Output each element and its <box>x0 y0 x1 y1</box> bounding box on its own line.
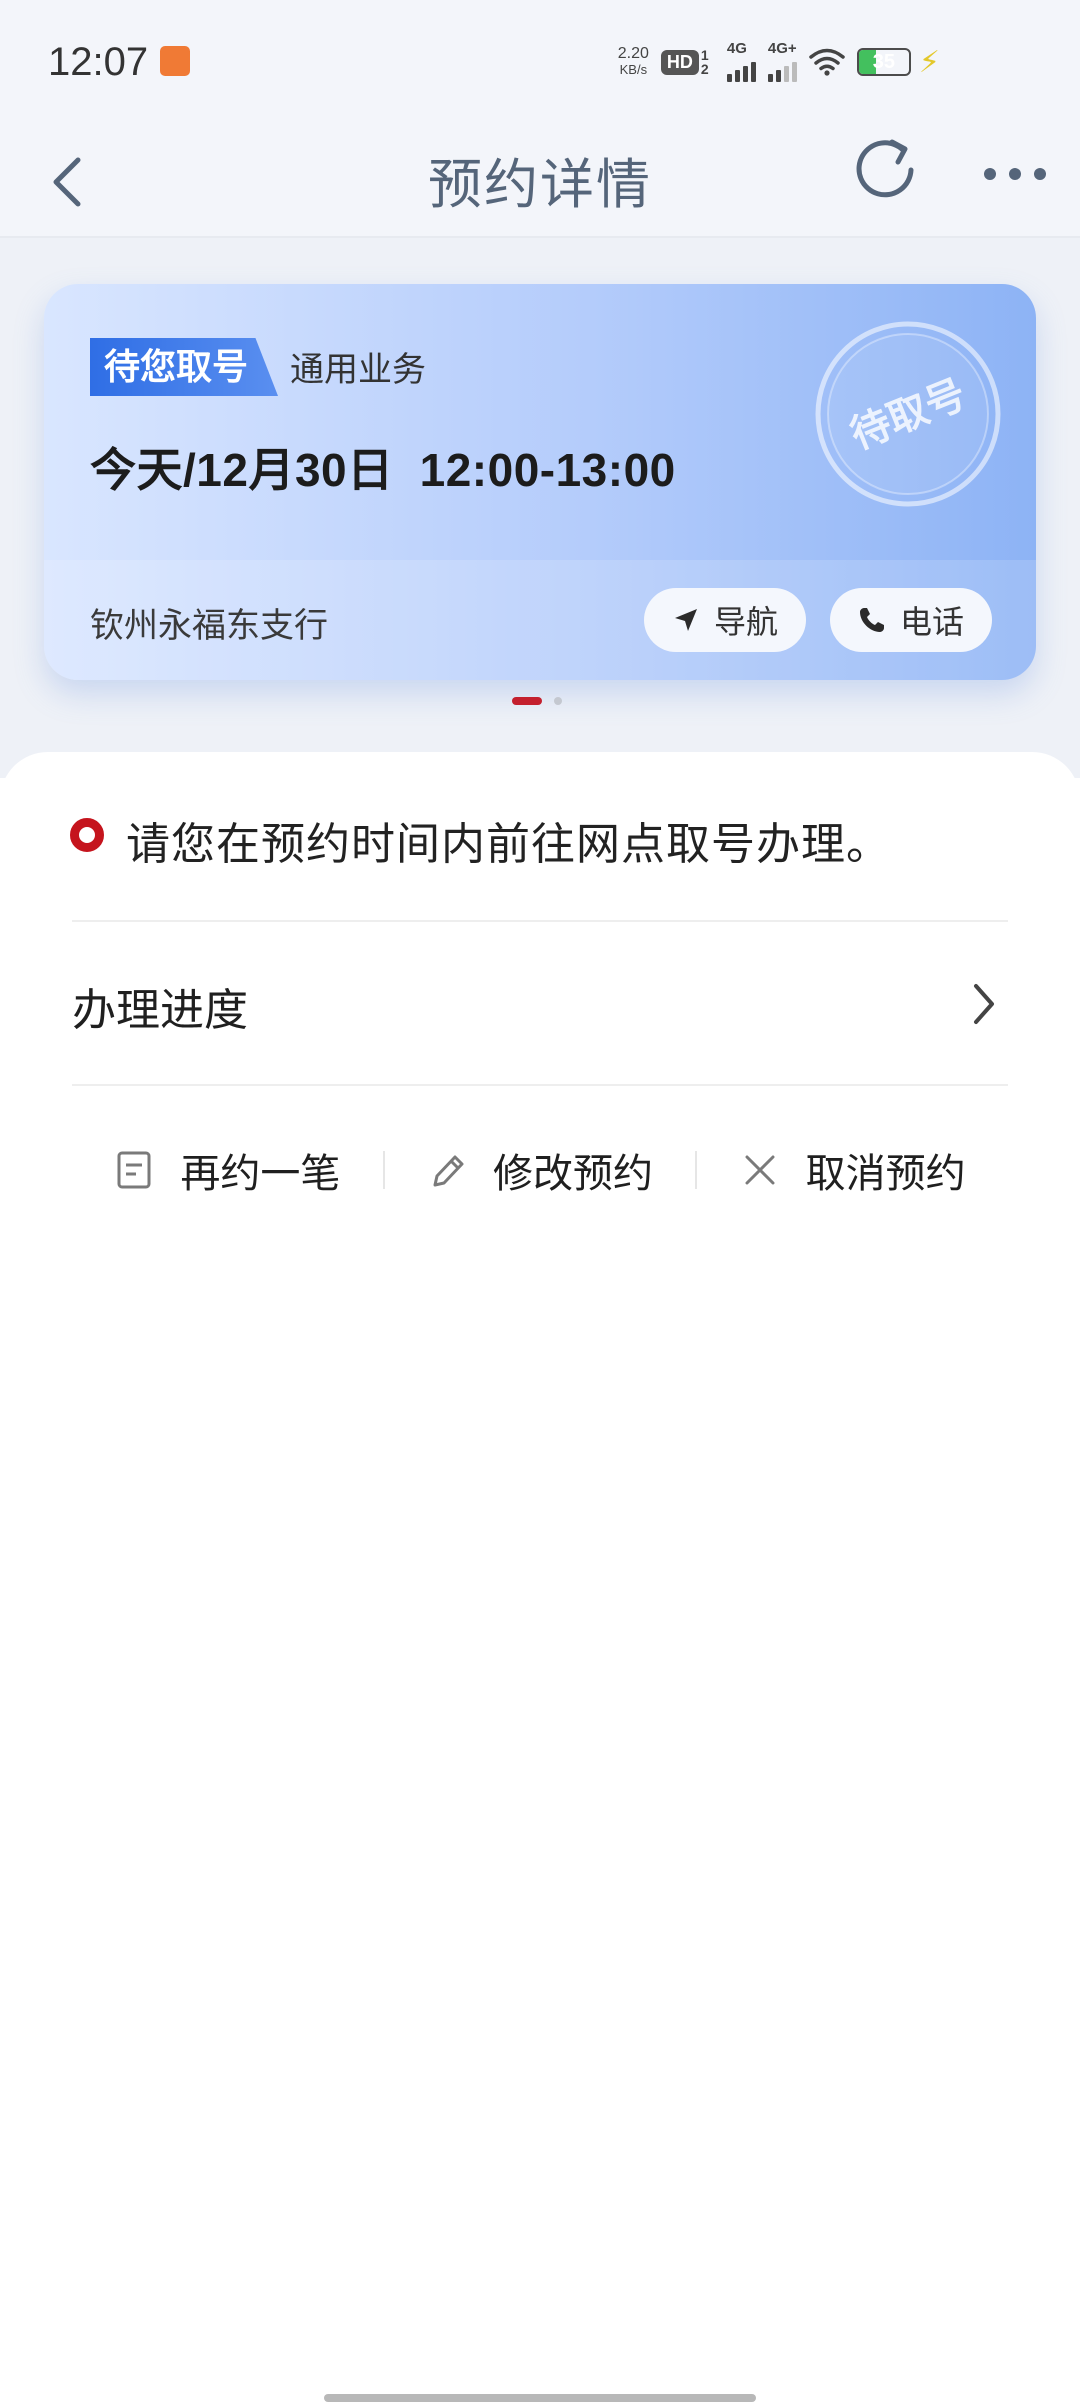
pager-dot-active[interactable] <box>512 697 542 705</box>
rebook-label: 再约一笔 <box>180 1152 341 1196</box>
card-header: 待您取号 通用业务 今天/12月30日 12:00-13:00 待取号 <box>44 284 1036 560</box>
status-time: 12:07 <box>48 40 149 84</box>
appointment-time-range: 12:00-13:00 <box>419 444 676 496</box>
app-notification-icon <box>160 46 190 76</box>
close-icon <box>745 1155 775 1185</box>
modify-label: 修改预约 <box>493 1152 653 1196</box>
status-stamp: 待取号 <box>815 321 1001 507</box>
hd-label: HD <box>660 49 699 75</box>
business-type: 通用业务 <box>290 351 426 389</box>
progress-label: 办理进度 <box>72 986 248 1035</box>
navigate-button[interactable]: 导航 <box>644 588 806 652</box>
call-label: 电话 <box>899 604 964 640</box>
charging-icon: ⚡ <box>918 45 940 79</box>
card-footer: 钦州永福东支行 导航 电话 <box>44 560 1036 680</box>
wifi-icon <box>809 48 845 76</box>
more-icon[interactable] <box>980 150 1050 198</box>
signal-2-label: 4G+ <box>767 40 797 57</box>
refresh-icon[interactable] <box>848 132 924 212</box>
status-bar: 12:07 2.20 KB/s HD 1 2 4G 4G+ 35 ⚡ <box>0 0 1080 124</box>
battery-icon: 35 <box>856 48 911 76</box>
rebook-button[interactable]: 再约一笔 <box>72 1130 383 1210</box>
card-pager <box>512 697 562 705</box>
cancel-label: 取消预约 <box>805 1152 966 1196</box>
notice-text: 请您在预约时间内前往网点取号办理。 <box>126 820 891 869</box>
hd-icon: HD 1 2 <box>660 47 715 77</box>
notice-icon <box>70 818 104 852</box>
signal-icon-2: 4G+ <box>767 40 797 82</box>
battery-level: 35 <box>872 50 896 73</box>
divider <box>72 1084 1008 1086</box>
net-speed-value: 2.20 <box>617 45 649 62</box>
phone-icon <box>859 608 884 632</box>
navigate-label: 导航 <box>713 604 778 640</box>
signal-1-label: 4G <box>726 40 747 57</box>
modify-button[interactable]: 修改预约 <box>385 1130 696 1210</box>
hd-sub: 1 2 <box>700 47 709 77</box>
net-speed: 2.20 KB/s <box>618 46 649 78</box>
navigation-icon <box>674 609 697 631</box>
cancel-button[interactable]: 取消预约 <box>697 1130 1008 1210</box>
progress-row[interactable]: 办理进度 <box>72 922 1008 1086</box>
document-icon <box>117 1151 151 1189</box>
branch-name: 钦州永福东支行 <box>90 607 328 645</box>
appointment-card[interactable]: 待您取号 通用业务 今天/12月30日 12:00-13:00 待取号 钦州永福东… <box>44 284 1036 680</box>
status-icons: 2.20 KB/s HD 1 2 4G 4G+ 35 ⚡ <box>618 40 940 82</box>
home-indicator[interactable] <box>324 2394 756 2402</box>
call-button[interactable]: 电话 <box>830 588 992 652</box>
appointment-date: 今天/12月30日 <box>90 444 394 496</box>
pencil-icon <box>433 1155 464 1187</box>
pager-dot[interactable] <box>554 697 562 705</box>
status-tag: 待您取号 <box>90 338 279 396</box>
chevron-right-icon <box>974 984 994 1024</box>
content-panel: 请您在预约时间内前往网点取号办理。 办理进度 再约一笔 修改预约 取消预约 <box>0 752 1080 2408</box>
signal-icon-1: 4G <box>726 40 756 82</box>
action-bar: 再约一笔 修改预约 取消预约 <box>72 1088 1008 1252</box>
net-speed-unit: KB/s <box>619 62 648 77</box>
app-header: 预约详情 <box>0 124 1080 238</box>
appointment-time: 今天/12月30日 12:00-13:00 <box>90 434 676 500</box>
